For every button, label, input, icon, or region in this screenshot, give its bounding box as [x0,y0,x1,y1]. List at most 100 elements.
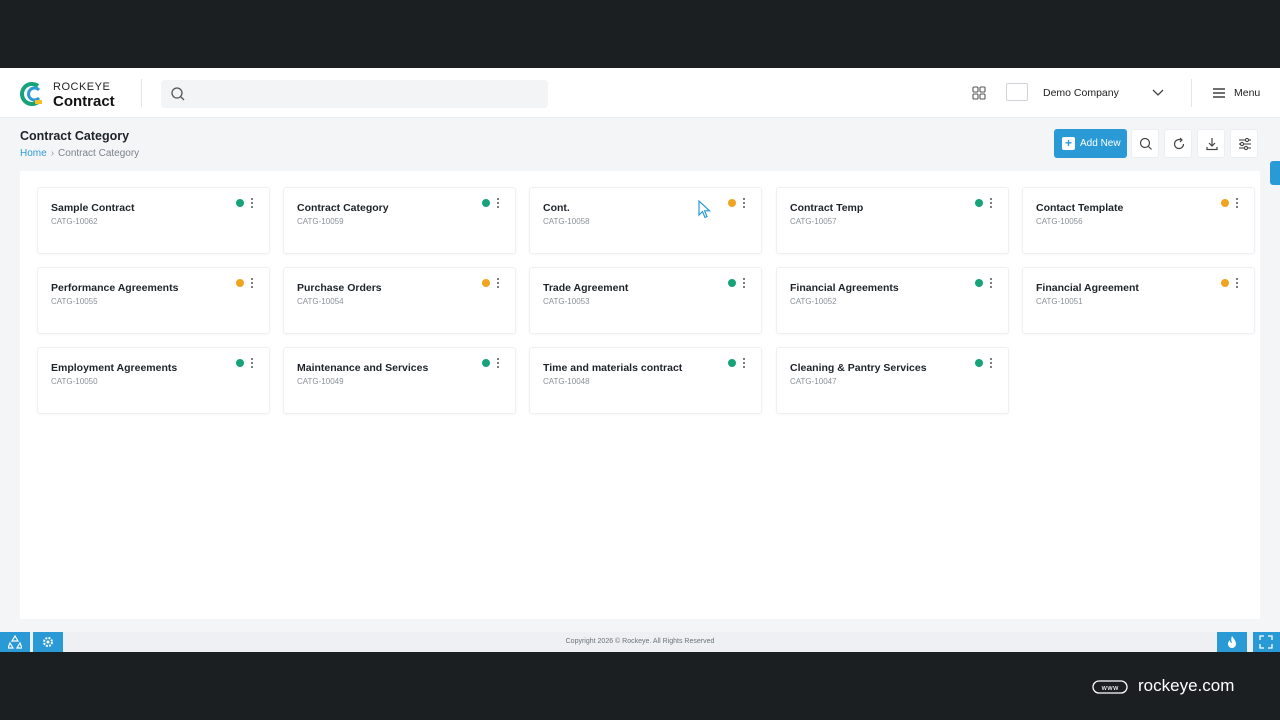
more-options-icon[interactable] [495,358,501,370]
status-dot [1221,199,1229,207]
category-name: Contract Category [297,202,389,214]
category-name: Maintenance and Services [297,362,429,374]
refresh-icon [1173,137,1185,150]
breadcrumb-current: Contract Category [58,148,140,159]
more-options-icon[interactable] [249,198,255,210]
category-name: Sample Contract [51,202,135,214]
category-card[interactable]: Employment Agreements CATG-10050 [37,347,270,414]
status-dot [728,199,736,207]
company-logo-image [1006,83,1028,101]
category-card[interactable]: Contract Temp CATG-10057 [776,187,1009,254]
export-button[interactable] [1197,129,1225,158]
category-card[interactable]: Cont. CATG-10058 [529,187,762,254]
more-options-icon[interactable] [741,278,747,290]
rockeye-logo-icon [20,82,42,106]
category-name: Time and materials contract [543,362,683,374]
flame-icon [1228,636,1236,648]
fullscreen-button[interactable] [1253,632,1280,652]
category-name: Cleaning & Pantry Services [790,362,927,374]
menu-label: Menu [1234,87,1261,99]
category-name: Performance Agreements [51,282,179,294]
status-dot [482,359,490,367]
status-dot [236,359,244,367]
company-selector[interactable]: Demo Company [1043,87,1119,99]
category-card[interactable]: Performance Agreements CATG-10055 [37,267,270,334]
category-code: CATG-10050 [51,377,98,386]
status-dot [482,279,490,287]
category-code: CATG-10062 [51,217,98,226]
category-card[interactable]: Financial Agreement CATG-10051 [1022,267,1255,334]
category-code: CATG-10049 [297,377,344,386]
breadcrumb: Home › Contract Category [20,148,139,159]
filter-button[interactable] [1230,129,1258,158]
category-code: CATG-10056 [1036,217,1083,226]
more-options-icon[interactable] [495,278,501,290]
category-code: CATG-10054 [297,297,344,306]
app-header: ROCKEYE Contract Demo Company Menu [0,68,1280,118]
settings-button[interactable] [33,632,63,652]
refresh-button[interactable] [1164,129,1192,158]
category-code: CATG-10055 [51,297,98,306]
search-button[interactable] [1131,129,1159,158]
category-code: CATG-10048 [543,377,590,386]
recycle-button[interactable] [0,632,30,652]
category-card[interactable]: Time and materials contract CATG-10048 [529,347,762,414]
category-name: Financial Agreement [1036,282,1139,294]
category-name: Trade Agreement [543,282,629,294]
plus-icon: + [1062,137,1075,150]
category-card[interactable]: Financial Agreements CATG-10052 [776,267,1009,334]
side-pin-tab[interactable] [1270,161,1280,185]
category-name: Cont. [543,202,570,214]
category-card[interactable]: Sample Contract CATG-10062 [37,187,270,254]
watermark: www rockeye.com [1092,676,1252,698]
global-search-input[interactable] [161,80,548,108]
category-card[interactable]: Contact Template CATG-10056 [1022,187,1255,254]
category-card[interactable]: Maintenance and Services CATG-10049 [283,347,516,414]
more-options-icon[interactable] [988,278,994,290]
app-window: ROCKEYE Contract Demo Company Menu Contr… [0,68,1280,652]
category-card[interactable]: Contract Category CATG-10059 [283,187,516,254]
category-card[interactable]: Cleaning & Pantry Services CATG-10047 [776,347,1009,414]
category-grid: Sample Contract CATG-10062 Contract Cate… [20,171,1260,619]
divider [1191,79,1192,107]
category-name: Financial Agreements [790,282,899,294]
expand-icon [1259,635,1273,649]
category-card[interactable]: Trade Agreement CATG-10053 [529,267,762,334]
category-code: CATG-10052 [790,297,837,306]
category-name: Purchase Orders [297,282,382,294]
more-options-icon[interactable] [1234,198,1240,210]
more-options-icon[interactable] [741,358,747,370]
chevron-down-icon[interactable] [1151,87,1165,99]
apps-grid-icon[interactable] [972,86,986,100]
svg-text:www: www [1101,684,1118,692]
add-new-label: Add New [1080,138,1121,149]
brand-bottom-text: Contract [53,93,115,110]
status-dot [975,279,983,287]
page-title: Contract Category [20,129,130,143]
category-code: CATG-10058 [543,217,590,226]
status-dot [236,199,244,207]
more-options-icon[interactable] [249,358,255,370]
hot-button[interactable] [1217,632,1247,652]
more-options-icon[interactable] [988,358,994,370]
status-dot [975,199,983,207]
copyright-text: Copyright 2026 © Rockeye. All Rights Res… [565,638,715,645]
hamburger-icon [1213,88,1225,98]
add-new-button[interactable]: + Add New [1054,129,1127,158]
breadcrumb-home-link[interactable]: Home [20,148,47,159]
more-options-icon[interactable] [988,198,994,210]
more-options-icon[interactable] [495,198,501,210]
search-icon [1139,137,1152,150]
menu-button[interactable]: Menu [1212,85,1264,101]
category-code: CATG-10047 [790,377,837,386]
more-options-icon[interactable] [1234,278,1240,290]
more-options-icon[interactable] [741,198,747,210]
brand-logo[interactable]: ROCKEYE Contract [18,80,138,110]
category-code: CATG-10059 [297,217,344,226]
status-dot [482,199,490,207]
category-name: Contract Temp [790,202,864,214]
download-icon [1206,138,1218,151]
category-card[interactable]: Purchase Orders CATG-10054 [283,267,516,334]
status-dot [728,279,736,287]
more-options-icon[interactable] [249,278,255,290]
